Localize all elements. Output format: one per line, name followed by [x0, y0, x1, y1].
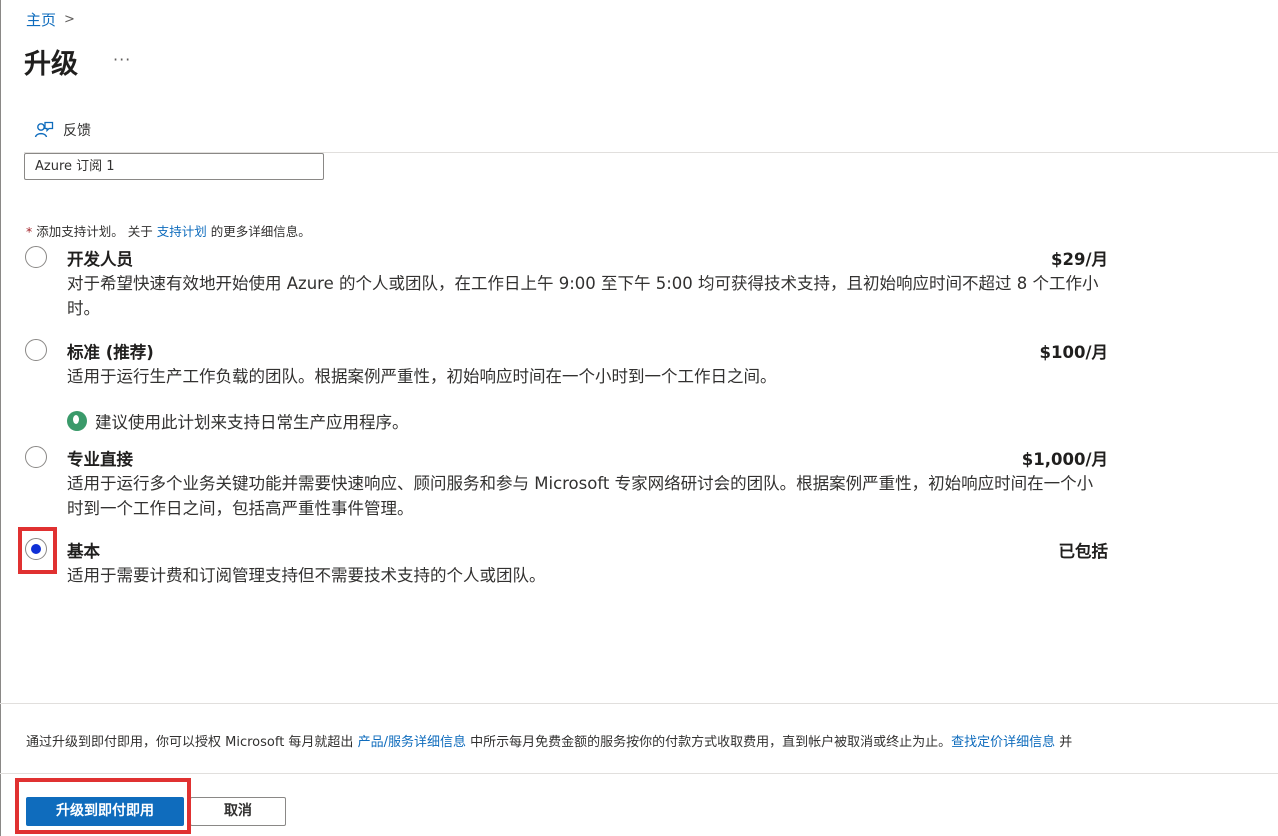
footer-text-2: 中所示每月免费金额的服务按你的付款方式收取费用，直到帐户被取消或终止为止。: [470, 735, 952, 750]
plan-option-professional-direct[interactable]: 专业直接 $1,000/月 适用于运行多个业务关键功能并需要快速响应、顾问服务和…: [24, 446, 1108, 524]
plan-name: 开发人员: [67, 250, 133, 269]
footer-text-3: 并: [1059, 735, 1073, 750]
plan-intro: * 添加支持计划。 关于 支持计划 的更多详细信息。: [26, 221, 311, 240]
pricing-details-link[interactable]: 查找定价详细信息: [951, 735, 1055, 750]
breadcrumb: 主页 >: [26, 9, 75, 30]
page-title: 升级: [24, 49, 78, 80]
footer-divider: [0, 703, 1278, 704]
plan-intro-text-after: 的更多详细信息。: [210, 224, 311, 239]
recommendation-note: 建议使用此计划来支持日常生产应用程序。: [67, 409, 409, 433]
footer-terms: 通过升级到即付即用，你可以授权 Microsoft 每月就超出 产品/服务详细信…: [26, 731, 1072, 750]
highlight-box-upgrade: [15, 778, 191, 834]
panel-border: [0, 0, 1, 836]
plan-option-basic[interactable]: 基本 已包括 适用于需要计费和订阅管理支持但不需要技术支持的个人或团队。: [24, 538, 1108, 590]
plan-price: $100/月: [1039, 343, 1108, 362]
feedback-label: 反馈: [63, 123, 91, 139]
footer-text-1: 通过升级到即付即用，你可以授权 Microsoft 每月就超出: [26, 735, 354, 750]
required-mark: *: [26, 224, 33, 239]
plan-name: 专业直接: [67, 450, 133, 469]
subscription-dropdown[interactable]: Azure 订阅 1: [24, 153, 324, 180]
plan-name: 标准 (推荐): [67, 343, 154, 362]
plan-price: $29/月: [1051, 250, 1108, 269]
recommendation-badge-icon: [67, 411, 87, 431]
chevron-right-icon: >: [64, 12, 75, 27]
plan-option-standard[interactable]: 标准 (推荐) $100/月 适用于运行生产工作负载的团队。根据案例严重性，初始…: [24, 339, 1108, 433]
plan-description: 适用于运行多个业务关键功能并需要快速响应、顾问服务和参与 Microsoft 专…: [67, 474, 1094, 518]
feedback-icon: [34, 121, 54, 138]
breadcrumb-home-link[interactable]: 主页: [26, 9, 56, 30]
plan-price: $1,000/月: [1021, 450, 1108, 469]
radio-standard[interactable]: [25, 339, 47, 361]
toolbar: 反馈: [34, 120, 91, 140]
plan-intro-text: 添加支持计划。 关于: [36, 224, 153, 239]
cancel-button[interactable]: 取消: [190, 797, 286, 826]
plan-description: 适用于运行生产工作负载的团队。根据案例严重性，初始响应时间在一个小时到一个工作日…: [67, 367, 777, 386]
plan-description: 适用于需要计费和订阅管理支持但不需要技术支持的个人或团队。: [67, 566, 546, 585]
feedback-button[interactable]: 反馈: [34, 120, 91, 140]
plan-price: 已包括: [1058, 542, 1109, 561]
more-options-icon[interactable]: ···: [113, 50, 131, 69]
highlight-box-radio: [18, 527, 57, 574]
offer-details-link[interactable]: 产品/服务详细信息: [358, 735, 466, 750]
support-plans-link[interactable]: 支持计划: [157, 224, 207, 239]
actions-divider: [0, 773, 1278, 774]
recommendation-text: 建议使用此计划来支持日常生产应用程序。: [95, 413, 409, 432]
radio-professional-direct[interactable]: [25, 446, 47, 468]
radio-developer[interactable]: [25, 246, 47, 268]
plan-description: 对于希望快速有效地开始使用 Azure 的个人或团队，在工作日上午 9:00 至…: [67, 274, 1099, 318]
plan-option-developer[interactable]: 开发人员 $29/月 对于希望快速有效地开始使用 Azure 的个人或团队，在工…: [24, 246, 1108, 324]
plan-name: 基本: [67, 542, 100, 561]
